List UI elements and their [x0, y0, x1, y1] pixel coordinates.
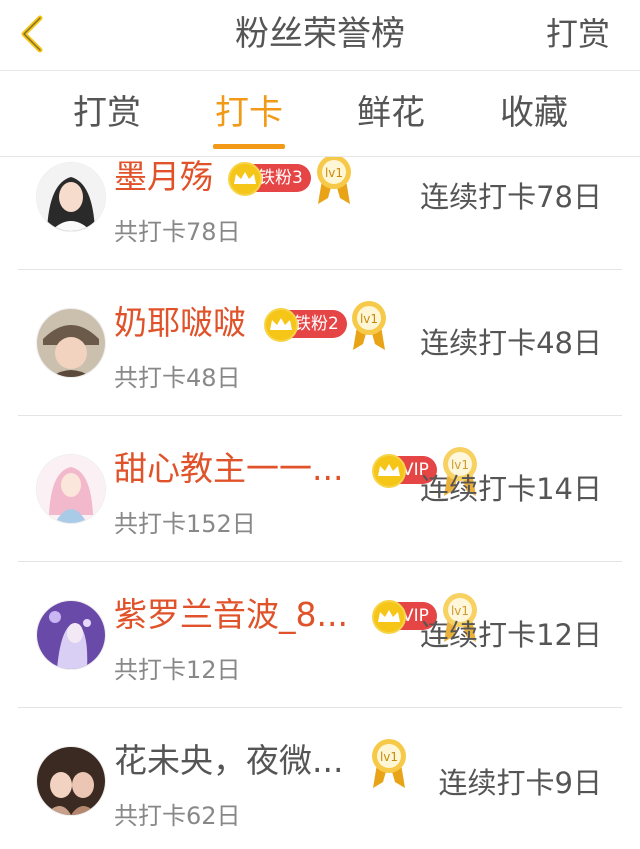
tab-flowers[interactable]: 鲜花: [336, 93, 446, 133]
streak-text: 连续打卡12日: [420, 618, 602, 652]
top-bar: 粉丝荣誉榜 打赏: [0, 0, 640, 71]
level-medal-icon: lv1: [369, 738, 409, 790]
user-name[interactable]: 墨月殇: [114, 157, 213, 197]
tab-checkin[interactable]: 打卡: [194, 93, 304, 133]
crown-icon: [372, 600, 406, 634]
crown-icon: [228, 162, 262, 196]
avatar: [36, 600, 106, 670]
list-item[interactable]: 紫罗兰音波_8... VIP lv1 连续打卡12日 共打卡12日: [0, 562, 640, 708]
streak-text: 连续打卡9日: [438, 766, 602, 800]
level-medal-icon: lv1: [349, 300, 389, 352]
avatar: [36, 162, 106, 232]
avatar: [36, 454, 106, 524]
svg-text:lv1: lv1: [451, 458, 469, 472]
avatar: [36, 308, 106, 378]
streak-text: 连续打卡48日: [420, 326, 602, 360]
avatar: [36, 746, 106, 816]
streak-text: 连续打卡78日: [420, 180, 602, 214]
ranking-list: 墨月殇 铁粉3 lv1 连续打卡78日 共打卡78日 奶耶啵啵 铁粉2 lv1 …: [0, 157, 640, 849]
svg-text:lv1: lv1: [380, 750, 398, 764]
tab-favorites[interactable]: 收藏: [479, 93, 589, 133]
active-tab-indicator: [213, 144, 285, 149]
streak-text: 连续打卡14日: [420, 472, 602, 506]
user-name[interactable]: 奶耶啵啵: [114, 303, 246, 343]
fan-badge-label: 铁粉2: [294, 314, 339, 334]
user-name[interactable]: 紫罗兰音波_8...: [114, 595, 348, 635]
total-checkins: 共打卡62日: [114, 802, 241, 830]
total-checkins: 共打卡48日: [114, 364, 241, 392]
crown-icon: [372, 454, 406, 488]
list-item[interactable]: 奶耶啵啵 铁粉2 lv1 连续打卡48日 共打卡48日: [0, 270, 640, 416]
svg-text:lv1: lv1: [451, 604, 469, 618]
reward-button[interactable]: 打赏: [546, 14, 610, 54]
svg-text:lv1: lv1: [325, 166, 343, 180]
tab-bar: 打赏 打卡 鲜花 收藏: [0, 71, 640, 157]
fan-badge-label: 铁粉3: [258, 168, 303, 188]
page-title: 粉丝荣誉榜: [235, 14, 405, 54]
tab-reward[interactable]: 打赏: [52, 93, 162, 133]
list-item[interactable]: 花未央，夜微... lv1 连续打卡9日 共打卡62日: [0, 708, 640, 849]
total-checkins: 共打卡12日: [114, 656, 241, 684]
total-checkins: 共打卡78日: [114, 218, 241, 246]
crown-icon: [264, 308, 298, 342]
svg-text:lv1: lv1: [360, 312, 378, 326]
list-item[interactable]: 甜心教主一一... VIP lv1 连续打卡14日 共打卡152日: [0, 416, 640, 562]
user-name[interactable]: 花未央，夜微...: [114, 741, 343, 781]
list-item[interactable]: 墨月殇 铁粉3 lv1 连续打卡78日 共打卡78日: [0, 157, 640, 270]
user-name[interactable]: 甜心教主一一...: [114, 449, 343, 489]
level-medal-icon: lv1: [314, 157, 354, 206]
total-checkins: 共打卡152日: [114, 510, 256, 538]
